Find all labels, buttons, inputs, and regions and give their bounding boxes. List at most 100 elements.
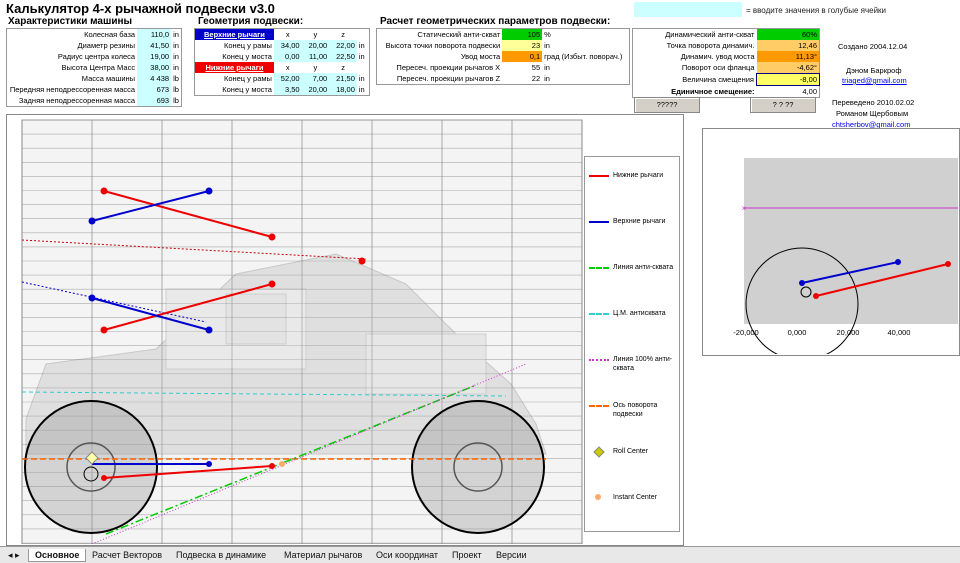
machine-row-value[interactable]: 38,00	[137, 62, 172, 73]
calc-row: Пересеч. проекции рычагов X 55 in	[377, 62, 630, 73]
calc-dyn-value: -8,00	[756, 73, 820, 86]
machine-row-unit: in	[173, 63, 179, 72]
calc-dyn-value: 11,13°	[756, 51, 820, 62]
calc-row-value: 23	[502, 40, 543, 51]
calc-right-table: Динамический анти-скват 60% Точка поворота…	[632, 28, 820, 98]
machine-row-unit: lb	[173, 96, 179, 105]
calc-left-table: Статический анти-скват 105% Высота точки п…	[376, 28, 630, 85]
geometry-y-value[interactable]: 20,00	[301, 84, 330, 96]
machine-row-value[interactable]: 693	[137, 95, 172, 107]
geometry-x-value[interactable]: 52,00	[273, 73, 302, 84]
legend-label: Нижние рычаги	[613, 172, 664, 179]
geometry-z-value[interactable]: 22,00	[329, 40, 357, 51]
machine-row-value[interactable]: 4 438	[137, 73, 172, 84]
machine-row: Диаметр резины 41,50 in	[7, 40, 182, 51]
calc-dyn-label: Динамический анти-скват	[665, 30, 755, 39]
app-title: Калькулятор 4-х рычажной подвески v3.0	[6, 1, 275, 16]
sheet-tab[interactable]: Расчет Векторов	[86, 549, 168, 561]
geometry-row-label: Конец у рамы	[223, 41, 272, 50]
side-x-tick-label: 0,000	[788, 328, 807, 337]
geometry-x-value[interactable]: 0,00	[273, 51, 302, 62]
machine-row-value[interactable]: 41,50	[137, 40, 172, 51]
side-x-tick-label: -20,000	[733, 328, 758, 337]
calc-button-1[interactable]: ?????	[634, 97, 700, 113]
side-chart: × -20,000 0,000 20,000 40,000	[733, 158, 958, 354]
geometry-x-value[interactable]: 3,50	[273, 84, 302, 96]
machine-row: Радиус центра колеса 19,00 in	[7, 51, 182, 62]
calc-row: Увод моста 0,1 град (Избыт. поворач.)	[377, 51, 630, 62]
tab-nav-arrows[interactable]: ◂ ▸	[2, 549, 26, 561]
sheet-tab[interactable]: Основное	[28, 549, 87, 562]
sheet-tab[interactable]: Подвеска в динамике	[170, 549, 272, 561]
sheet-tab[interactable]: Версии	[490, 549, 533, 561]
side-x-axis-ticks: -20,000 0,000 20,000 40,000	[733, 328, 910, 337]
col-y: y	[313, 30, 318, 39]
side-plot-area	[744, 158, 958, 324]
geometry-row: Конец у моста 3,50 20,00 18,00 in	[195, 84, 370, 96]
legend-line	[589, 175, 609, 177]
upper-links-label[interactable]: Верхние рычаги	[194, 28, 274, 40]
calc-row-unit: %	[544, 30, 551, 39]
machine-row-unit: lb	[173, 85, 179, 94]
calc-dyn-label: Динамич. увод моста	[680, 52, 755, 61]
geometry-z-value[interactable]: 21,50	[329, 73, 357, 84]
calc-row-label: Высота точки поворота подвески	[385, 41, 501, 50]
calc-dyn-value: -4,62°	[756, 62, 820, 74]
legend-label: Instant Center	[613, 494, 657, 501]
machine-row-value[interactable]: 673	[137, 84, 172, 95]
geometry-x-value[interactable]: 34,00	[273, 40, 302, 51]
sheet-tab[interactable]: Оси координат	[370, 549, 444, 561]
side-x-tick-label: 20,000	[837, 328, 860, 337]
legend-label: Roll Center	[613, 448, 649, 455]
calc-row-label: Пересеч. проекции рычагов Z	[396, 74, 501, 83]
geometry-table: Верхние рычаги x y z Конец у рамы 34,00 20…	[194, 28, 370, 96]
geometry-header: Геометрия подвески:	[198, 16, 304, 27]
calc-row-label: Увод моста	[460, 52, 501, 61]
machine-row-label: Масса машины	[81, 74, 136, 83]
sheet-tab[interactable]: Проект	[446, 549, 488, 561]
geometry-z-value[interactable]: 18,00	[329, 84, 357, 96]
author-email-link[interactable]: triaged@gmail.com	[842, 76, 907, 85]
geometry-unit: in	[358, 74, 365, 83]
legend-marker	[595, 494, 601, 500]
created-date: Создано 2004.12.04	[838, 42, 908, 51]
input-hint: = вводите значения в голубые ячейки	[746, 6, 887, 15]
calc-row-label: Статический анти-скват	[417, 30, 501, 39]
geometry-y-value[interactable]: 11,00	[301, 51, 330, 62]
sheet-tab[interactable]: Материал рычагов	[278, 549, 368, 561]
legend-label: Верхние рычаги	[613, 218, 666, 225]
lower-links-label[interactable]: Нижние рычаги	[194, 62, 274, 73]
geometry-row-label: Конец у моста	[222, 52, 272, 61]
geometry-row: Конец у рамы 52,00 7,00 21,50 in	[195, 73, 370, 84]
machine-row: Задняя неподрессоренная масса 693 lb	[7, 95, 182, 107]
legend-label: Ц.М. антисквата	[613, 310, 666, 317]
geometry-z-value[interactable]: 22,50	[329, 51, 357, 62]
machine-row-label: Передняя неподрессоренная масса	[9, 85, 136, 94]
geometry-row: Конец у рамы 34,00 20,00 22,00 in	[195, 40, 370, 51]
calc-row-value: 0,1	[502, 51, 543, 62]
geometry-y-value[interactable]: 7,00	[301, 73, 330, 84]
calc-row-value: 22	[531, 74, 541, 83]
col-z-lower: z	[341, 63, 345, 72]
calc-button-2[interactable]: ? ? ??	[750, 97, 816, 113]
col-x-lower: x	[285, 63, 290, 72]
machine-row-value[interactable]: 19,00	[137, 51, 172, 62]
machine-table: Колесная база 110,0 in Диаметр резины 41,50 i…	[6, 28, 182, 107]
calc-dyn-row: Динамический анти-скват 60%	[633, 28, 820, 40]
calc-dyn-row: Единичное смещение: 4,00	[633, 86, 820, 98]
legend-label: Линия 100% анти-сквата	[613, 356, 673, 372]
col-y-lower: y	[313, 63, 318, 72]
sheet-tab-bar: ◂ ▸ Основное Расчет Векторов Подвеска в ди…	[0, 546, 960, 563]
machine-row-value[interactable]: 110,0	[137, 28, 172, 40]
col-z: z	[341, 30, 345, 39]
calc-header: Расчет геометрических параметров подвеск…	[380, 16, 611, 27]
author-name: Дэном Баркроф	[846, 66, 902, 75]
rear-wheel	[411, 400, 545, 534]
machine-row: Высота Центра Масс 38,00 in	[7, 62, 182, 73]
machine-row-label: Задняя неподрессоренная масса	[18, 96, 136, 105]
calc-row-value: 55	[531, 63, 541, 72]
machine-row-label: Высота Центра Масс	[61, 63, 136, 72]
translator-name: Романом Щербовым	[836, 109, 909, 118]
geometry-y-value[interactable]: 20,00	[301, 40, 330, 51]
machine-row: Колесная база 110,0 in	[7, 28, 182, 40]
